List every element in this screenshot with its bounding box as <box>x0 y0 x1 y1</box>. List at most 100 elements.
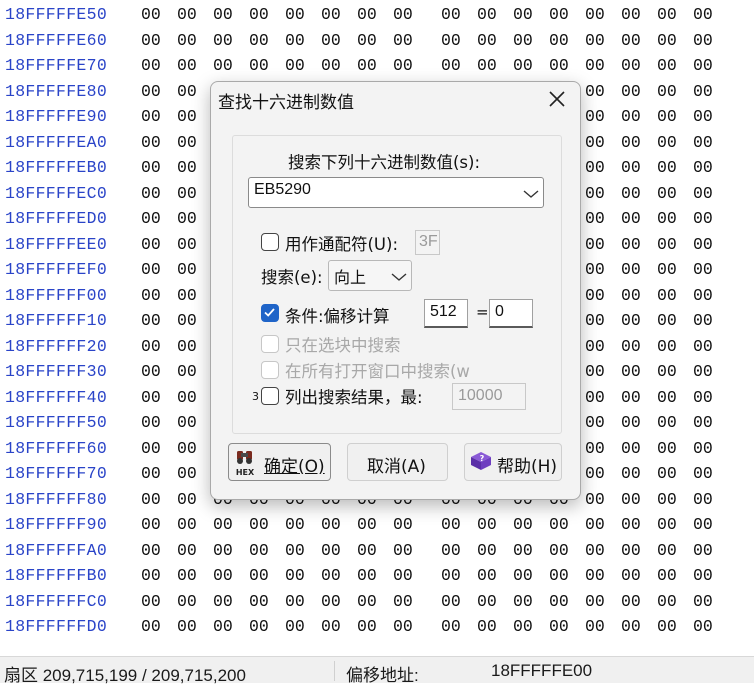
hex-row[interactable]: 18FFFFFE70 00 00 00 00 00 00 00 00 00 00 00 00 00 00 00… <box>0 53 754 79</box>
hex-byte[interactable]: 00 <box>141 235 161 254</box>
hex-byte[interactable]: 00 <box>141 439 161 458</box>
hex-byte[interactable]: 00 <box>477 5 497 24</box>
hex-byte[interactable]: 00 <box>585 184 605 203</box>
hex-byte[interactable]: 00 <box>177 107 197 126</box>
hex-byte[interactable]: 00 <box>693 362 713 381</box>
hex-byte[interactable]: 00 <box>141 31 161 50</box>
hex-byte[interactable]: 00 <box>357 56 377 75</box>
hex-byte[interactable]: 00 <box>657 337 677 356</box>
hex-byte[interactable]: 00 <box>585 337 605 356</box>
hex-byte[interactable]: 00 <box>693 82 713 101</box>
hex-byte[interactable]: 00 <box>693 439 713 458</box>
wildcard-field[interactable]: 3F <box>415 230 440 255</box>
hex-byte[interactable]: 00 <box>693 286 713 305</box>
hex-byte[interactable]: 00 <box>393 56 413 75</box>
hex-row[interactable]: 18FFFFFF90 00 00 00 00 00 00 00 00 00 00 00 00 00 00 00… <box>0 512 754 538</box>
hex-byte[interactable]: 00 <box>177 133 197 152</box>
hex-byte[interactable]: 00 <box>177 515 197 534</box>
hex-byte[interactable]: 00 <box>621 490 641 509</box>
hex-byte[interactable]: 00 <box>585 5 605 24</box>
hex-byte[interactable]: 00 <box>321 31 341 50</box>
hex-byte[interactable]: 00 <box>141 464 161 483</box>
hex-byte[interactable]: 00 <box>621 5 641 24</box>
hex-byte[interactable]: 00 <box>585 566 605 585</box>
hex-byte[interactable]: 00 <box>477 541 497 560</box>
hex-byte[interactable]: 00 <box>141 541 161 560</box>
hex-byte[interactable]: 00 <box>657 439 677 458</box>
hex-byte[interactable]: 00 <box>141 311 161 330</box>
hex-byte[interactable]: 00 <box>141 337 161 356</box>
hex-byte[interactable]: 00 <box>177 235 197 254</box>
in-block-checkbox[interactable] <box>261 335 279 353</box>
ok-button[interactable]: HEX 确定(O) <box>228 443 331 481</box>
hex-byte[interactable]: 00 <box>549 592 569 611</box>
hex-byte[interactable]: 00 <box>141 362 161 381</box>
hex-byte[interactable]: 00 <box>657 362 677 381</box>
hex-byte[interactable]: 00 <box>177 617 197 636</box>
hex-byte[interactable]: 00 <box>657 388 677 407</box>
hex-byte[interactable]: 00 <box>249 566 269 585</box>
hex-byte[interactable]: 00 <box>177 286 197 305</box>
hex-byte[interactable]: 00 <box>141 490 161 509</box>
hex-byte[interactable]: 00 <box>693 413 713 432</box>
hex-byte[interactable]: 00 <box>357 5 377 24</box>
hex-byte[interactable]: 00 <box>657 31 677 50</box>
hex-byte[interactable]: 00 <box>621 158 641 177</box>
hex-byte[interactable]: 00 <box>585 617 605 636</box>
hex-byte[interactable]: 00 <box>585 286 605 305</box>
hex-byte[interactable]: 00 <box>657 541 677 560</box>
hex-byte[interactable]: 00 <box>513 31 533 50</box>
hex-row[interactable]: 18FFFFFFD0 00 00 00 00 00 00 00 00 00 00 00 00 00 00 00… <box>0 614 754 640</box>
hex-byte[interactable]: 00 <box>513 592 533 611</box>
hex-byte[interactable]: 00 <box>177 184 197 203</box>
hex-byte[interactable]: 00 <box>177 541 197 560</box>
hex-byte[interactable]: 00 <box>321 617 341 636</box>
hex-byte[interactable]: 00 <box>177 413 197 432</box>
hex-byte[interactable]: 00 <box>321 592 341 611</box>
hex-byte[interactable]: 00 <box>213 5 233 24</box>
hex-row[interactable]: 18FFFFFFB0 00 00 00 00 00 00 00 00 00 00 00 00 00 00 00… <box>0 563 754 589</box>
condition-modulo-field[interactable]: 512 <box>424 299 468 328</box>
hex-byte[interactable]: 00 <box>693 337 713 356</box>
hex-byte[interactable]: 00 <box>141 133 161 152</box>
hex-byte[interactable]: 00 <box>213 617 233 636</box>
hex-byte[interactable]: 00 <box>357 617 377 636</box>
hex-byte[interactable]: 00 <box>693 388 713 407</box>
hex-byte[interactable]: 00 <box>513 515 533 534</box>
hex-byte[interactable]: 00 <box>693 490 713 509</box>
hex-byte[interactable]: 00 <box>177 31 197 50</box>
hex-byte[interactable]: 00 <box>441 617 461 636</box>
hex-byte[interactable]: 00 <box>585 541 605 560</box>
hex-byte[interactable]: 00 <box>585 158 605 177</box>
hex-byte[interactable]: 00 <box>693 260 713 279</box>
hex-byte[interactable]: 00 <box>585 464 605 483</box>
hex-byte[interactable]: 00 <box>141 617 161 636</box>
hex-byte[interactable]: 00 <box>693 209 713 228</box>
hex-byte[interactable]: 00 <box>213 592 233 611</box>
hex-byte[interactable]: 00 <box>585 311 605 330</box>
hex-byte[interactable]: 00 <box>177 464 197 483</box>
hex-byte[interactable]: 00 <box>141 515 161 534</box>
hex-byte[interactable]: 00 <box>621 566 641 585</box>
hex-byte[interactable]: 00 <box>657 490 677 509</box>
hex-row[interactable]: 18FFFFFE60 00 00 00 00 00 00 00 00 00 00 00 00 00 00 00… <box>0 28 754 54</box>
hex-byte[interactable]: 00 <box>177 439 197 458</box>
hex-byte[interactable]: 00 <box>621 464 641 483</box>
hex-byte[interactable]: 00 <box>621 31 641 50</box>
hex-byte[interactable]: 00 <box>621 413 641 432</box>
hex-byte[interactable]: 00 <box>513 5 533 24</box>
hex-byte[interactable]: 00 <box>141 184 161 203</box>
hex-byte[interactable]: 00 <box>321 5 341 24</box>
hex-byte[interactable]: 00 <box>249 617 269 636</box>
hex-byte[interactable]: 00 <box>657 107 677 126</box>
hex-byte[interactable]: 00 <box>177 592 197 611</box>
hex-byte[interactable]: 00 <box>693 464 713 483</box>
hex-byte[interactable]: 00 <box>657 617 677 636</box>
hex-byte[interactable]: 00 <box>141 566 161 585</box>
hex-byte[interactable]: 00 <box>141 209 161 228</box>
hex-byte[interactable]: 00 <box>585 133 605 152</box>
hex-byte[interactable]: 00 <box>357 541 377 560</box>
hex-byte[interactable]: 00 <box>585 107 605 126</box>
hex-byte[interactable]: 00 <box>285 592 305 611</box>
hex-byte[interactable]: 00 <box>177 362 197 381</box>
